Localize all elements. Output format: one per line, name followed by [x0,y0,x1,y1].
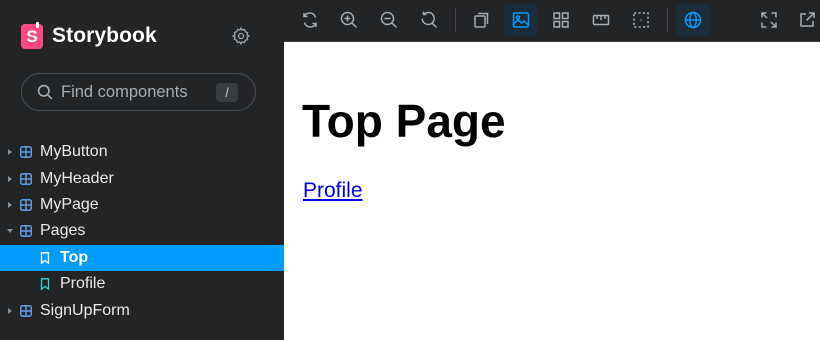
tree-item-myheader[interactable]: MyHeader [0,165,284,191]
fullscreen-icon [761,12,777,28]
caret-right-icon[interactable] [8,175,12,182]
open-new-tab-button[interactable] [790,4,820,36]
image-icon [512,12,530,28]
zoom-reset-button[interactable] [412,4,446,36]
brand[interactable]: S Storybook [21,21,157,50]
component-icon [20,304,32,317]
tree-item-label: MyPage [40,195,99,213]
search-icon [37,84,53,100]
storybook-logo-icon: S [21,21,43,49]
zoom-out-icon [380,11,398,29]
ruler-icon [592,14,610,26]
bookmark-icon [40,251,50,264]
outline-button[interactable] [624,4,658,36]
zoom-reset-icon [421,11,438,29]
search-shortcut-badge: / [216,83,238,102]
page-heading: Top Page [302,95,506,147]
tree-item-story-profile[interactable]: Profile [0,271,284,297]
zoom-in-icon [340,11,358,29]
search-input[interactable] [61,82,211,102]
search-box[interactable]: / [21,73,256,111]
share-icon [800,12,815,27]
caret-right-icon[interactable] [8,149,12,156]
tree-item-mypage[interactable]: MyPage [0,192,284,218]
gear-icon[interactable] [231,26,251,46]
tree-item-label: Top [60,248,89,266]
bookmark-icon [40,278,50,291]
zoom-out-button[interactable] [372,4,406,36]
tree-item-story-top[interactable]: Top [0,244,284,271]
component-icon [20,199,32,211]
brand-name: Storybook [52,24,157,47]
preview-toolbar [284,0,820,42]
tree-item-label: Pages [40,222,86,240]
toolbar-divider [667,8,668,32]
story-canvas: Top Page Profile [284,42,820,340]
caret-right-icon[interactable] [8,307,12,314]
tree-item-label: Profile [60,275,106,293]
component-icon [20,172,32,185]
tree-item-label: MyHeader [40,169,114,187]
zoom-in-button[interactable] [332,4,366,36]
tree-item-mybutton[interactable]: MyButton [0,139,284,165]
sidebar: S Storybook / MyButton MyHeader MyPage [0,0,284,340]
grid-icon [553,12,569,28]
tree-item-label: SignUpForm [40,301,130,319]
background-button[interactable] [504,4,538,36]
fullscreen-button[interactable] [752,4,786,36]
locale-button[interactable] [676,4,710,36]
sync-icon [303,12,317,28]
toolbar-divider [455,8,456,32]
tree-item-pages[interactable]: Pages [0,218,284,244]
outline-icon [633,12,649,28]
caret-right-icon[interactable] [8,201,12,208]
remount-button[interactable] [293,4,327,36]
component-icon [20,146,32,159]
grid-button[interactable] [544,4,578,36]
profile-link[interactable]: Profile [303,179,363,203]
copy-icon [474,12,489,28]
copy-button[interactable] [464,4,498,36]
tree-item-label: MyButton [40,143,108,161]
measure-button[interactable] [584,4,618,36]
caret-down-icon[interactable] [7,229,13,234]
globe-icon [684,11,702,29]
component-tree: MyButton MyHeader MyPage Pages Top Profi… [0,139,284,324]
tree-item-signupform[interactable]: SignUpForm [0,297,284,323]
component-icon [20,225,32,238]
